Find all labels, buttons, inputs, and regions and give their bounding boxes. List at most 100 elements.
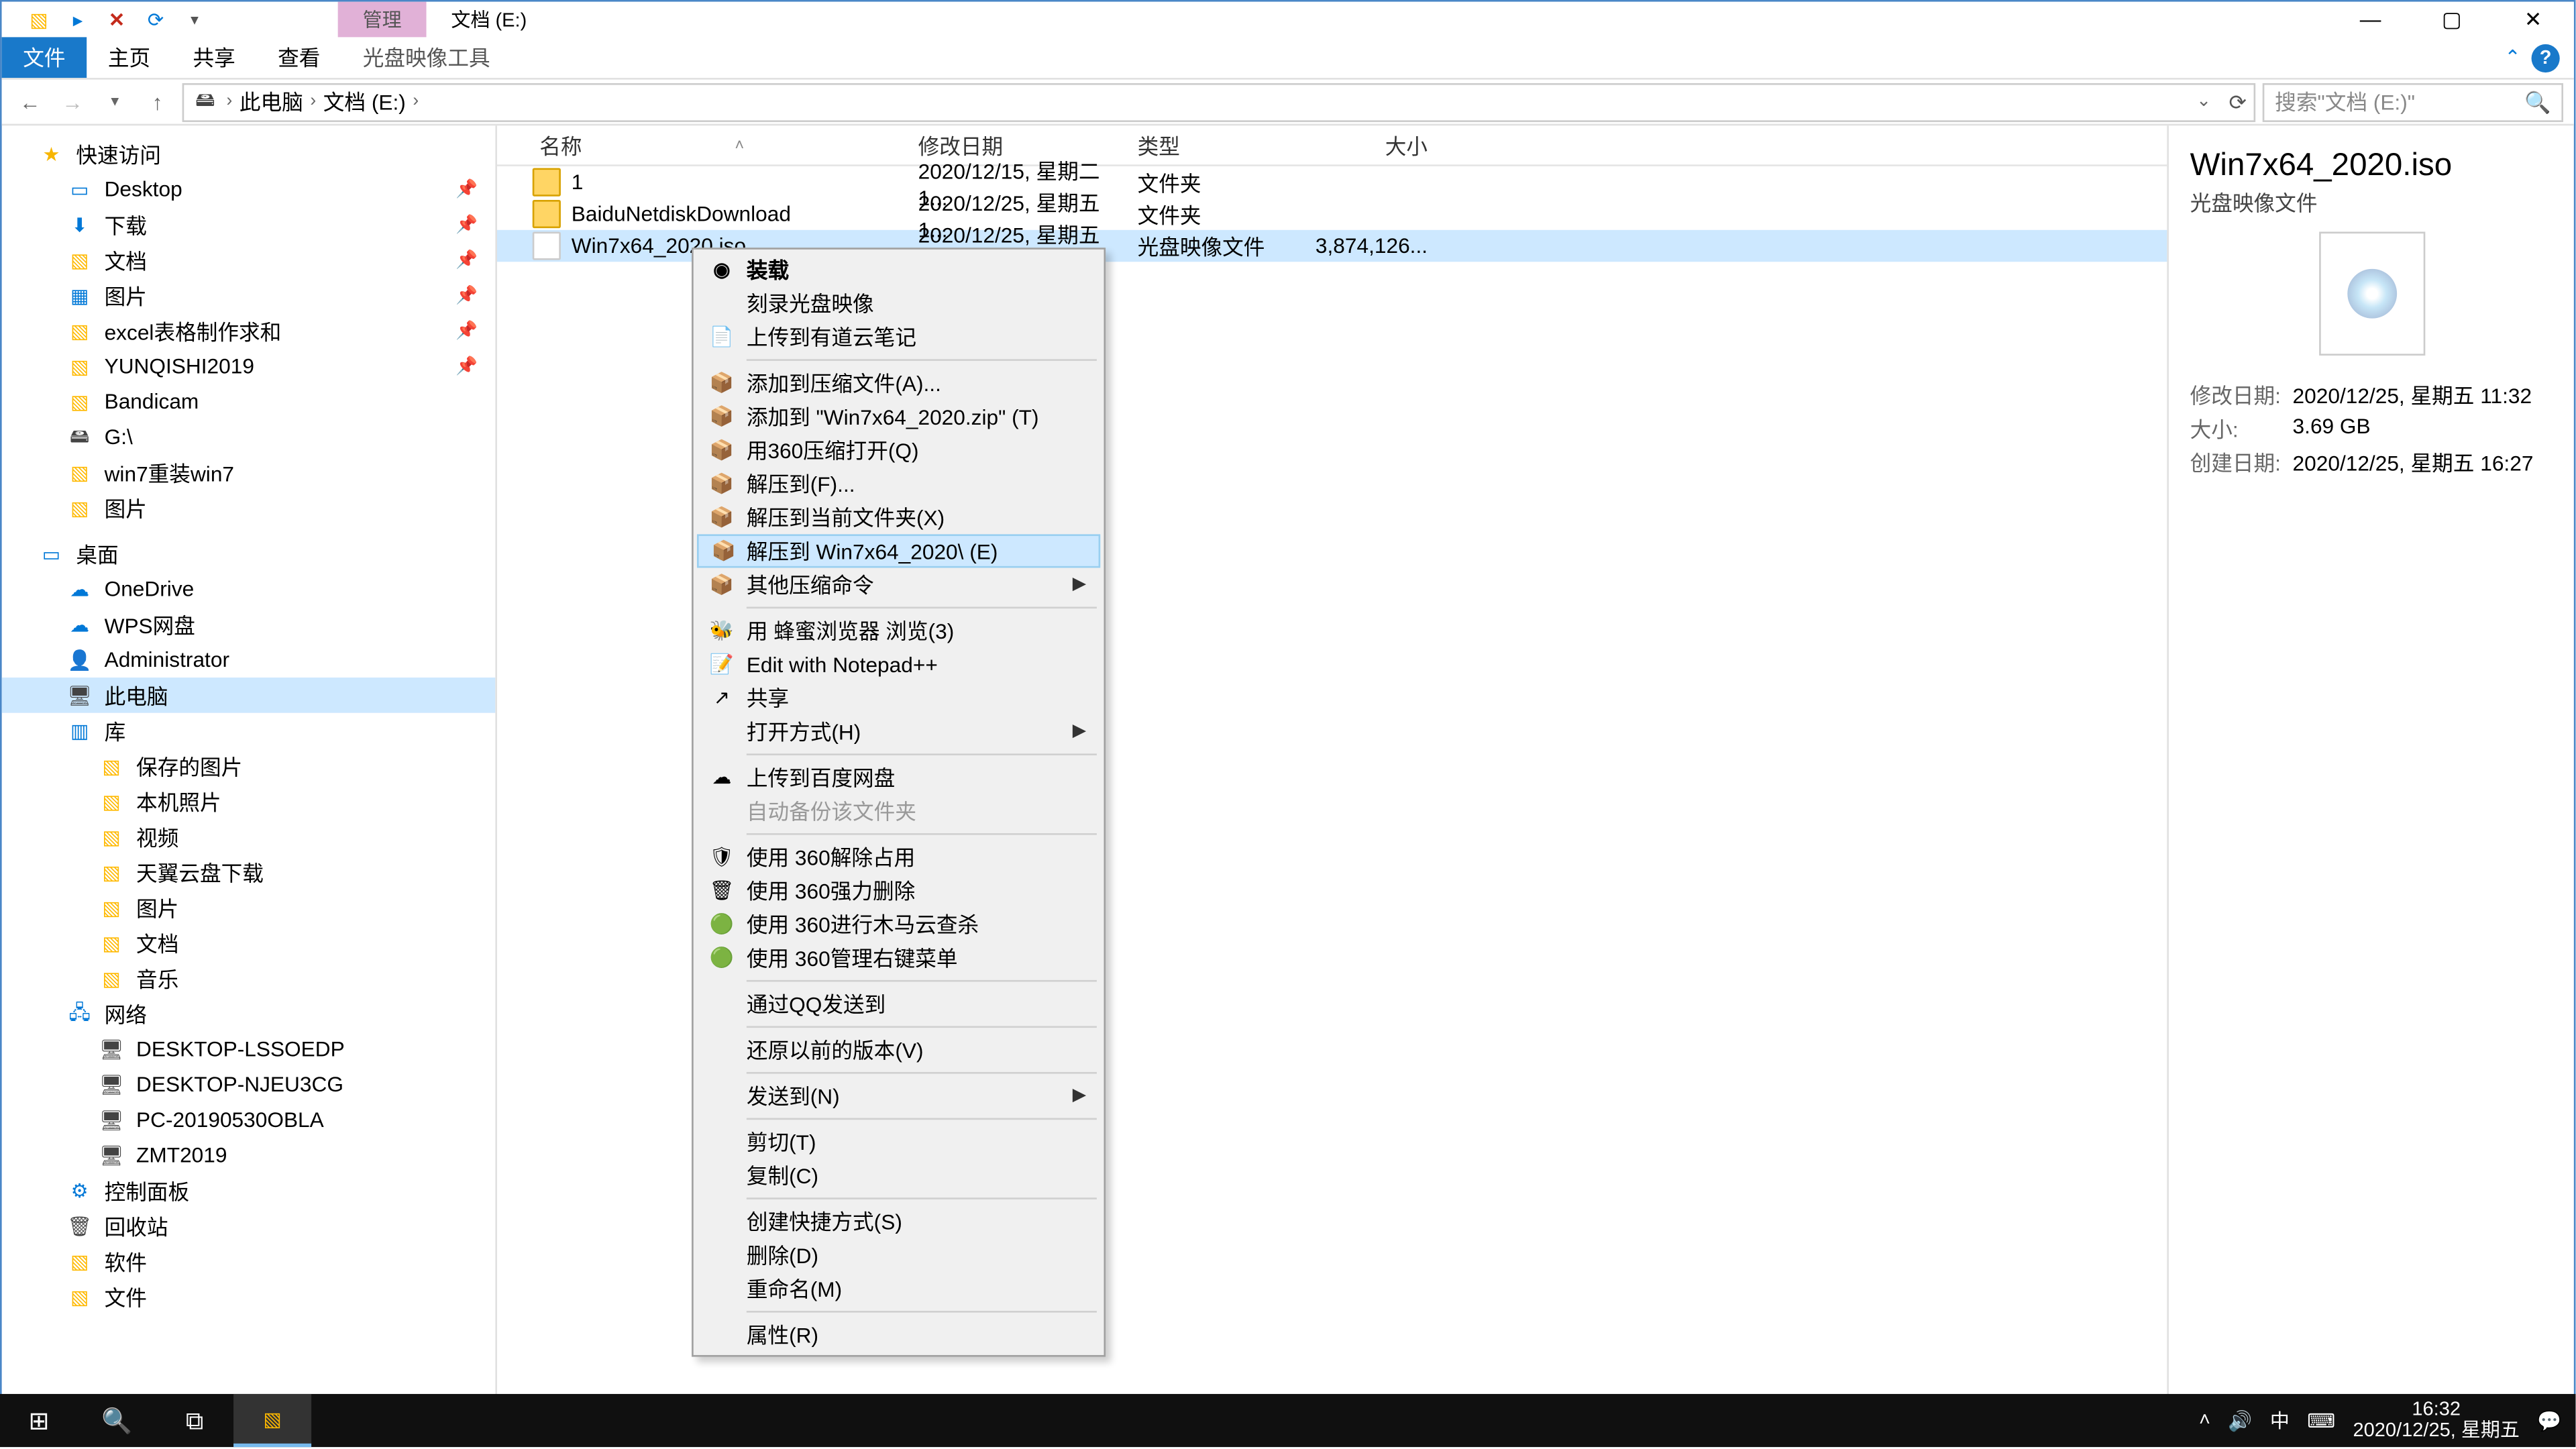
search-icon[interactable]: 🔍 xyxy=(2524,89,2551,114)
tray-ime[interactable]: 中 xyxy=(2270,1406,2290,1434)
ribbon-view[interactable]: 查看 xyxy=(256,37,341,78)
nav-item[interactable]: 🖥DESKTOP-LSSOEDP xyxy=(2,1031,496,1067)
menu-item[interactable]: ↗共享 xyxy=(697,681,1100,714)
chevron-right-icon[interactable]: › xyxy=(413,92,419,111)
chevron-right-icon[interactable]: › xyxy=(227,92,233,111)
file-row[interactable]: BaiduNetdiskDownload 2020/12/25, 星期五 1..… xyxy=(497,198,2167,229)
nav-item[interactable]: ▧软件 xyxy=(2,1244,496,1279)
nav-item[interactable]: ▧文档📌 xyxy=(2,242,496,278)
file-row[interactable]: 1 2020/12/15, 星期二 1... 文件夹 xyxy=(497,166,2167,198)
nav-item[interactable]: ▧YUNQISHI2019📌 xyxy=(2,348,496,384)
menu-item[interactable]: ☁上传到百度网盘 xyxy=(697,761,1100,794)
tray-volume-icon[interactable]: 🔊 xyxy=(2228,1409,2252,1432)
nav-item[interactable]: ▧音乐 xyxy=(2,961,496,996)
ribbon-expand-icon[interactable]: ⌃ xyxy=(2504,46,2520,69)
breadcrumb[interactable]: 文档 (E:) xyxy=(323,87,406,117)
menu-item[interactable]: 📦其他压缩命令▶ xyxy=(697,568,1100,601)
menu-item[interactable]: 重命名(M) xyxy=(697,1272,1100,1305)
nav-item[interactable]: ▧文件 xyxy=(2,1279,496,1315)
menu-item[interactable]: 删除(D) xyxy=(697,1238,1100,1272)
nav-back-button[interactable]: ← xyxy=(12,84,48,119)
nav-item[interactable]: 🖥DESKTOP-NJEU3CG xyxy=(2,1067,496,1102)
nav-quick-access[interactable]: ★快速访问 xyxy=(2,136,496,172)
nav-item[interactable]: ▧图片 xyxy=(2,490,496,525)
menu-item[interactable]: 打开方式(H)▶ xyxy=(697,714,1100,748)
search-input[interactable]: 搜索"文档 (E:)" 🔍 xyxy=(2263,83,2563,121)
tray-up-icon[interactable]: ˄ xyxy=(2199,1410,2210,1432)
nav-item[interactable]: 🖥ZMT2019 xyxy=(2,1138,496,1173)
tray-notification-icon[interactable]: 💬 xyxy=(2537,1409,2561,1432)
menu-item[interactable]: 📦用360压缩打开(Q) xyxy=(697,433,1100,467)
menu-item[interactable]: 通过QQ发送到 xyxy=(697,987,1100,1020)
start-button[interactable]: ⊞ xyxy=(0,1394,78,1447)
nav-item[interactable]: ▧视频 xyxy=(2,819,496,855)
menu-item[interactable]: 🛡使用 360解除占用 xyxy=(697,841,1100,874)
taskview-button[interactable]: ⧉ xyxy=(156,1394,233,1447)
menu-item[interactable]: 🟢使用 360管理右键菜单 xyxy=(697,941,1100,975)
menu-item[interactable]: 📦解压到当前文件夹(X) xyxy=(697,500,1100,534)
nav-item[interactable]: ▦图片📌 xyxy=(2,278,496,313)
qat-refresh-icon[interactable]: ⟳ xyxy=(136,3,175,35)
nav-item[interactable]: ▧文档 xyxy=(2,925,496,961)
tray-clock[interactable]: 16:32 2020/12/25, 星期五 xyxy=(2353,1399,2520,1442)
menu-item[interactable]: 发送到(N)▶ xyxy=(697,1079,1100,1113)
menu-item[interactable]: 📦解压到 Win7x64_2020\ (E) xyxy=(697,534,1100,568)
nav-recent-button[interactable]: ▾ xyxy=(97,84,133,119)
breadcrumb[interactable]: 此电脑 xyxy=(239,87,303,117)
chevron-right-icon[interactable]: › xyxy=(310,92,316,111)
refresh-icon[interactable]: ⟳ xyxy=(2229,89,2247,114)
nav-item[interactable]: 🖴G:\ xyxy=(2,419,496,455)
nav-item[interactable]: ▧图片 xyxy=(2,890,496,925)
menu-item[interactable]: 属性(R) xyxy=(697,1318,1100,1352)
nav-item[interactable]: ▭Desktop📌 xyxy=(2,172,496,207)
nav-item[interactable]: ▧天翼云盘下载 xyxy=(2,855,496,890)
column-headers[interactable]: 名称˄ 修改日期 类型 大小 xyxy=(497,125,2167,166)
menu-item[interactable]: 📄上传到有道云笔记 xyxy=(697,320,1100,354)
ribbon-share[interactable]: 共享 xyxy=(172,37,257,78)
context-menu[interactable]: ◉装载刻录光盘映像📄上传到有道云笔记 📦添加到压缩文件(A)...📦添加到 "Wi… xyxy=(692,248,1106,1356)
nav-item[interactable]: ▧本机照片 xyxy=(2,784,496,819)
menu-item[interactable]: 刻录光盘映像 xyxy=(697,286,1100,320)
col-size[interactable]: 大小 xyxy=(1300,130,1442,160)
menu-item[interactable]: 🗑使用 360强力删除 xyxy=(697,874,1100,908)
nav-item[interactable]: ⚙控制面板 xyxy=(2,1173,496,1208)
nav-item[interactable]: ⬇下载📌 xyxy=(2,207,496,243)
nav-up-button[interactable]: ↑ xyxy=(140,84,175,119)
menu-item[interactable]: 复制(C) xyxy=(697,1159,1100,1192)
menu-item[interactable]: 剪切(T) xyxy=(697,1125,1100,1159)
nav-item[interactable]: ▧win7重装win7 xyxy=(2,455,496,490)
menu-item[interactable]: 创建快捷方式(S) xyxy=(697,1205,1100,1238)
ribbon-home[interactable]: 主页 xyxy=(87,37,172,78)
qat-dropdown-icon[interactable]: ▾ xyxy=(175,3,214,35)
nav-fwd-button[interactable]: → xyxy=(55,84,91,119)
nav-item-thispc[interactable]: 🖥此电脑 xyxy=(2,678,496,713)
minimize-button[interactable]: — xyxy=(2330,2,2411,38)
close-button[interactable]: ✕ xyxy=(2493,2,2574,38)
nav-item[interactable]: ▧excel表格制作求和📌 xyxy=(2,313,496,349)
help-icon[interactable]: ? xyxy=(2532,44,2560,72)
explorer-taskbar-icon[interactable]: ▧ xyxy=(233,1394,311,1447)
nav-item[interactable]: ☁OneDrive xyxy=(2,572,496,607)
menu-item[interactable]: 🐝用 蜂蜜浏览器 浏览(3) xyxy=(697,614,1100,647)
nav-desktop[interactable]: ▭桌面 xyxy=(2,536,496,572)
maximize-button[interactable]: ▢ xyxy=(2411,2,2492,38)
ribbon-file[interactable]: 文件 xyxy=(2,37,87,78)
nav-network[interactable]: 🖧网络 xyxy=(2,996,496,1032)
nav-item[interactable]: ▥库 xyxy=(2,713,496,749)
qat-play-icon[interactable]: ▸ xyxy=(58,3,97,35)
chevron-down-icon[interactable]: ⌄ xyxy=(2196,92,2211,111)
ribbon-context[interactable]: 光盘映像工具 xyxy=(341,37,511,78)
col-type[interactable]: 类型 xyxy=(1123,130,1300,160)
menu-item[interactable]: 📦添加到压缩文件(A)... xyxy=(697,366,1100,400)
menu-item[interactable]: ◉装载 xyxy=(697,253,1100,286)
nav-item[interactable]: ▧Bandicam xyxy=(2,384,496,419)
nav-item[interactable]: 🖥PC-20190530OBLA xyxy=(2,1102,496,1138)
nav-item[interactable]: 👤Administrator xyxy=(2,642,496,678)
menu-item[interactable]: 还原以前的版本(V) xyxy=(697,1033,1100,1067)
nav-item[interactable]: ☁WPS网盘 xyxy=(2,606,496,642)
menu-item[interactable]: 📦添加到 "Win7x64_2020.zip" (T) xyxy=(697,400,1100,433)
qat-close-icon[interactable]: ✕ xyxy=(97,3,136,35)
nav-tree[interactable]: ★快速访问 ▭Desktop📌 ⬇下载📌 ▧文档📌 ▦图片📌 ▧excel表格制… xyxy=(2,125,497,1399)
search-button[interactable]: 🔍 xyxy=(78,1394,156,1447)
tray-ime-icon[interactable]: ⌨ xyxy=(2307,1409,2335,1432)
